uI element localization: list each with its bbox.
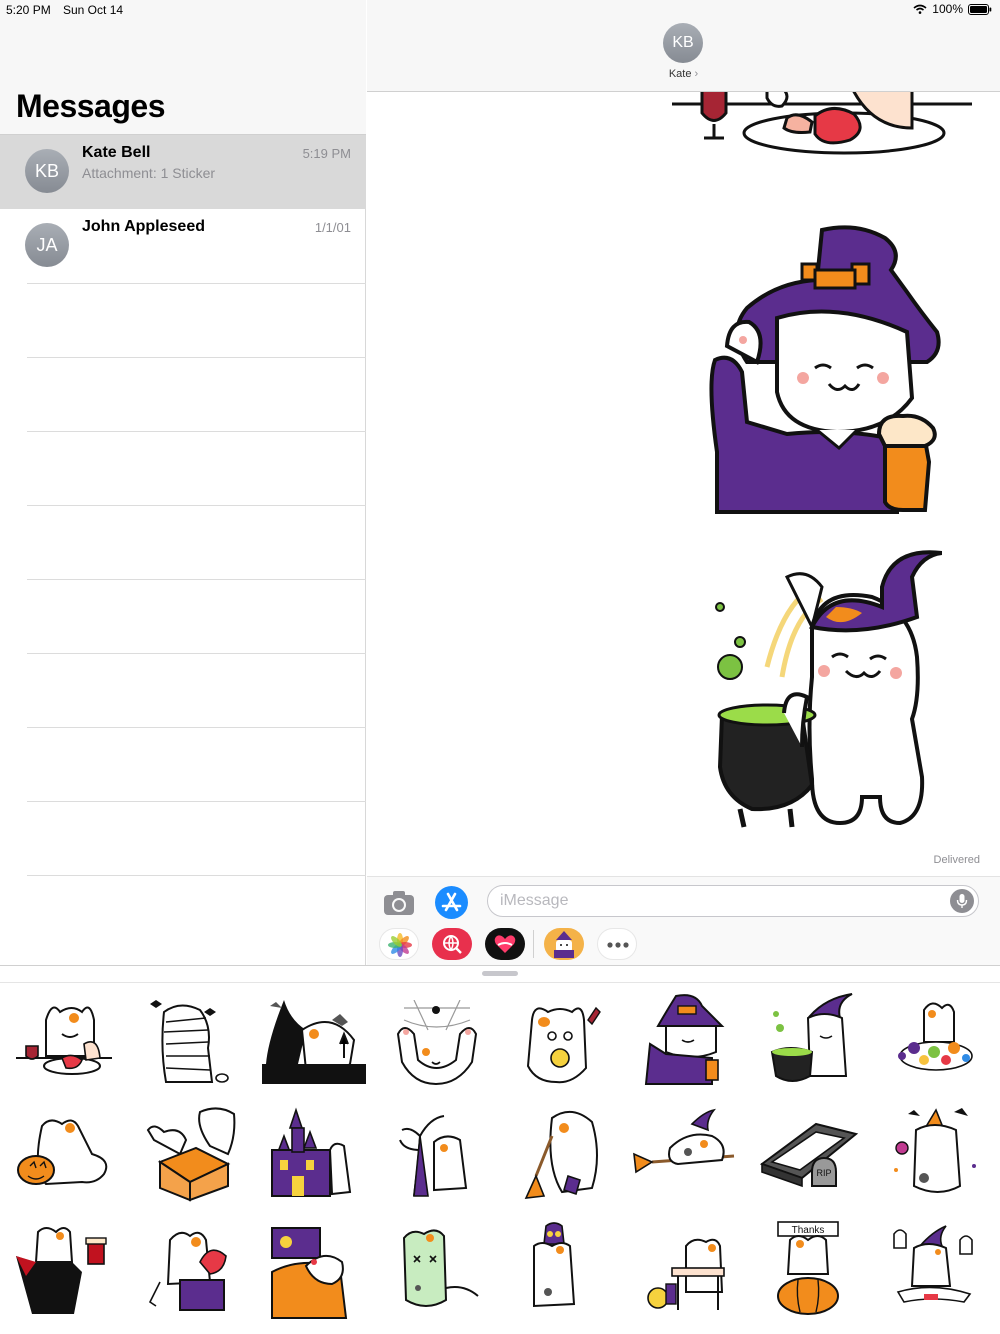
sticker-ghost-cat-skull[interactable] (512, 1000, 618, 1100)
conversation-name: John Appleseed (82, 218, 205, 235)
row-divider (27, 357, 366, 358)
sticker-message-witch-cat-beer[interactable] (707, 222, 947, 514)
row-divider (27, 801, 366, 802)
dictation-button[interactable] (950, 889, 974, 913)
sticker-sleeping-cat-moon[interactable] (262, 1222, 368, 1322)
sticker-zombie-cat[interactable] (384, 1222, 490, 1322)
status-date: Sun Oct 14 (63, 3, 124, 17)
sticker-owl-on-cat[interactable] (512, 1222, 618, 1322)
panel-grabber-handle[interactable] (482, 971, 518, 976)
search-web-icon (443, 935, 462, 954)
panel-divider (0, 982, 1000, 983)
sticker-witch-cat-beer[interactable] (632, 992, 738, 1092)
sticker-app-icon (554, 931, 574, 958)
app-store-icon (441, 892, 462, 912)
sticker-silhouette-cat-bats[interactable] (262, 1000, 368, 1100)
conversation-time: 1/1/01 (314, 220, 351, 235)
sticker-vampire-cat-dinner[interactable] (12, 1000, 118, 1100)
sticker-cat-pumpkin-ghost[interactable] (12, 1110, 118, 1210)
sticker-app-button[interactable] (544, 928, 584, 960)
avatar: KB (25, 149, 69, 193)
sticker-mummy-cat[interactable] (140, 1000, 246, 1100)
battery-percent: 100% (932, 2, 963, 16)
web-search-app-button[interactable] (432, 928, 472, 960)
contact-avatar[interactable]: KB (663, 23, 703, 63)
avatar: JA (25, 223, 69, 267)
sticker-cat-skull-table[interactable] (632, 1222, 738, 1322)
conversation-time: 5:19 PM (302, 146, 351, 161)
more-apps-button[interactable] (597, 928, 637, 960)
row-divider (27, 431, 366, 432)
sticker-coffin-cat[interactable]: RIP (756, 1110, 862, 1210)
sidebar-header: Messages (0, 0, 366, 135)
photos-icon (388, 933, 412, 957)
sticker-cat-broom-ghost[interactable] (512, 1106, 618, 1206)
sticker-haunted-house-cat[interactable] (262, 1106, 368, 1206)
camera-icon[interactable] (383, 886, 415, 918)
digital-touch-icon (494, 935, 516, 953)
status-time: 5:20 PM (6, 3, 51, 17)
row-divider (27, 653, 366, 654)
conversation-row-john-appleseed[interactable]: JA John Appleseed 1/1/01 (0, 209, 366, 283)
sticker-cat-gift-box[interactable] (140, 1222, 246, 1322)
status-right: 100% (913, 2, 992, 16)
sticker-party-cat-bats[interactable] (884, 1106, 990, 1206)
sticker-flying-broom-cat[interactable] (632, 1106, 738, 1206)
conversation-sidebar: Messages KB Kate Bell Attachment: 1 Stic… (0, 0, 366, 965)
sticker-spider-web-cat[interactable] (384, 1000, 490, 1100)
sticker-witch-cat-tree[interactable] (384, 1106, 490, 1206)
row-divider (27, 505, 366, 506)
sticker-cat-candy-pile[interactable] (884, 996, 990, 1096)
microphone-icon (956, 894, 968, 908)
delivered-label: Delivered (933, 854, 980, 866)
chevron-right-icon: › (694, 68, 699, 80)
digital-touch-app-button[interactable] (485, 928, 525, 960)
battery-icon (968, 3, 992, 15)
row-divider (27, 283, 366, 284)
sticker-thanks-pumpkin-cat[interactable]: Thanks (760, 1218, 866, 1318)
photos-app-button[interactable] (379, 928, 419, 960)
thanks-text: Thanks (792, 1225, 825, 1236)
conversation-preview: Attachment: 1 Sticker (82, 165, 216, 181)
rip-text: RIP (816, 1168, 831, 1178)
message-transcript: Delivered (367, 92, 1000, 875)
sticker-witch-cat-ghosts[interactable] (884, 1222, 990, 1322)
compose-bar (367, 876, 1000, 965)
contact-name: Kate (668, 68, 692, 80)
app-drawer (367, 926, 1000, 966)
sticker-cat-box-ghost[interactable] (140, 1106, 246, 1206)
row-divider (27, 727, 366, 728)
page-title: Messages (16, 88, 165, 124)
sticker-message-dinner[interactable] (672, 92, 982, 158)
more-icon (607, 942, 629, 948)
conversation-name: Kate Bell (82, 144, 151, 161)
sticker-witch-cat-cauldron[interactable] (760, 992, 866, 1092)
wifi-icon (913, 4, 927, 14)
row-divider (27, 579, 366, 580)
sticker-dracula-cat-beer[interactable] (12, 1222, 118, 1322)
message-input-field[interactable] (487, 885, 979, 917)
contact-name-row[interactable]: Kate › (367, 68, 1000, 80)
status-bar: 5:20 PM Sun Oct 14 100% (0, 0, 1000, 20)
conversation-row-kate-bell[interactable]: KB Kate Bell Attachment: 1 Sticker 5:19 … (0, 135, 366, 209)
sticker-message-witch-cat-cauldron[interactable] (712, 547, 942, 832)
drawer-divider (533, 930, 534, 958)
message-input[interactable] (500, 892, 940, 910)
app-store-button[interactable] (435, 886, 468, 919)
row-divider (27, 875, 366, 876)
